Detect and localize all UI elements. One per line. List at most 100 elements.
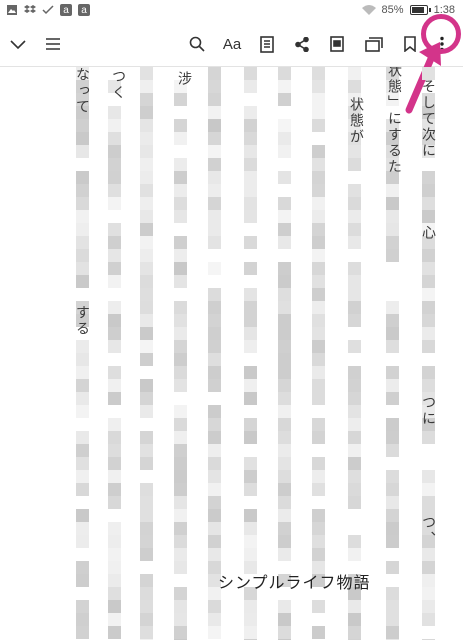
menu-icon[interactable]: [39, 30, 67, 58]
mosaic-cell: [278, 145, 291, 158]
font-icon[interactable]: Aa: [218, 30, 246, 58]
mosaic-cell: [278, 496, 291, 509]
mosaic-cell: [312, 392, 325, 405]
mosaic-cell: [278, 262, 291, 275]
mosaic-cell: [208, 509, 221, 522]
mosaic-cell: [244, 418, 257, 431]
mosaic-cell: [244, 392, 257, 405]
mosaic-cell: [108, 184, 121, 197]
mosaic-cell: [278, 132, 291, 145]
mosaic-cell: [140, 613, 153, 626]
mosaic-cell: [174, 119, 187, 132]
mosaic-cell: [348, 379, 361, 392]
mosaic-cell: [140, 275, 153, 288]
mosaic-cell: [312, 106, 325, 119]
vertical-text-line: 状態が: [348, 97, 364, 145]
mosaic-cell: [312, 119, 325, 132]
mosaic-cell: [76, 249, 89, 262]
mosaic-cell: [108, 496, 121, 509]
wifi-icon: [361, 4, 376, 15]
mosaic-cell: [174, 405, 187, 418]
mosaic-cell: [312, 67, 325, 80]
mosaic-cell: [108, 587, 121, 600]
mosaic-cell: [76, 184, 89, 197]
mosaic-cell: [140, 626, 153, 639]
mosaic-cell: [278, 197, 291, 210]
search-icon[interactable]: [183, 30, 211, 58]
mosaic-cell: [208, 171, 221, 184]
mosaic-cell: [208, 184, 221, 197]
mosaic-cell: [208, 548, 221, 561]
mosaic-cell: [312, 366, 325, 379]
page-flip-icon[interactable]: [360, 30, 388, 58]
mosaic-cell: [140, 314, 153, 327]
mosaic-cell: [422, 496, 435, 509]
mosaic-cell: [312, 431, 325, 444]
mosaic-cell: [312, 236, 325, 249]
mosaic-cell: [348, 626, 361, 639]
book-page[interactable]: そして次に 状態」にするた 状態が 涉 つく なって 心 つに つ、 する シン…: [0, 67, 463, 640]
mosaic-cell: [278, 366, 291, 379]
mosaic-cell: [278, 353, 291, 366]
mosaic-cell: [422, 613, 435, 626]
mosaic-cell: [140, 93, 153, 106]
mosaic-cell: [208, 496, 221, 509]
mosaic-cell: [278, 288, 291, 301]
mosaic-cell: [312, 184, 325, 197]
mosaic-cell: [312, 548, 325, 561]
mosaic-cell: [244, 379, 257, 392]
mosaic-cell: [140, 145, 153, 158]
mosaic-cell: [386, 418, 399, 431]
mosaic-cell: [174, 379, 187, 392]
status-bar: a a 85% 1:38: [0, 0, 463, 20]
mosaic-cell: [278, 535, 291, 548]
mosaic-cell: [244, 340, 257, 353]
mosaic-cell: [278, 483, 291, 496]
mosaic-cell: [348, 548, 361, 561]
mosaic-cell: [386, 587, 399, 600]
mosaic-cell: [76, 535, 89, 548]
vertical-text-line: 涉: [176, 71, 192, 87]
mosaic-cell: [208, 288, 221, 301]
mosaic-cell: [208, 327, 221, 340]
mosaic-cell: [208, 93, 221, 106]
mosaic-cell: [386, 509, 399, 522]
mosaic-cell: [422, 483, 435, 496]
mosaic-cell: [244, 431, 257, 444]
mosaic-cell: [174, 483, 187, 496]
mosaic-cell: [140, 535, 153, 548]
mosaic-cell: [108, 418, 121, 431]
notes-icon[interactable]: [253, 30, 281, 58]
mosaic-cell: [386, 249, 399, 262]
mosaic-cell: [108, 106, 121, 119]
mosaic-cell: [108, 613, 121, 626]
mosaic-cell: [76, 197, 89, 210]
mosaic-cell: [140, 262, 153, 275]
mosaic-cell: [174, 366, 187, 379]
mosaic-cell: [208, 67, 221, 80]
mosaic-cell: [76, 470, 89, 483]
mosaic-cell: [278, 327, 291, 340]
mosaic-cell: [76, 574, 89, 587]
mosaic-cell: [244, 470, 257, 483]
mosaic-cell: [140, 80, 153, 93]
mosaic-cell: [278, 405, 291, 418]
mosaic-cell: [208, 522, 221, 535]
mosaic-cell: [278, 457, 291, 470]
mosaic-cell: [386, 379, 399, 392]
xray-icon[interactable]: [323, 30, 351, 58]
mosaic-cell: [386, 444, 399, 457]
chevron-down-icon[interactable]: [4, 30, 32, 58]
mosaic-cell: [348, 158, 361, 171]
mosaic-cell: [76, 613, 89, 626]
mosaic-cell: [208, 613, 221, 626]
mosaic-cell: [140, 249, 153, 262]
mosaic-cell: [174, 509, 187, 522]
mosaic-cell: [348, 366, 361, 379]
mosaic-cell: [312, 197, 325, 210]
mosaic-cell: [244, 158, 257, 171]
mosaic-cell: [278, 171, 291, 184]
mosaic-cell: [140, 405, 153, 418]
mosaic-cell: [312, 535, 325, 548]
share-icon[interactable]: [288, 30, 316, 58]
